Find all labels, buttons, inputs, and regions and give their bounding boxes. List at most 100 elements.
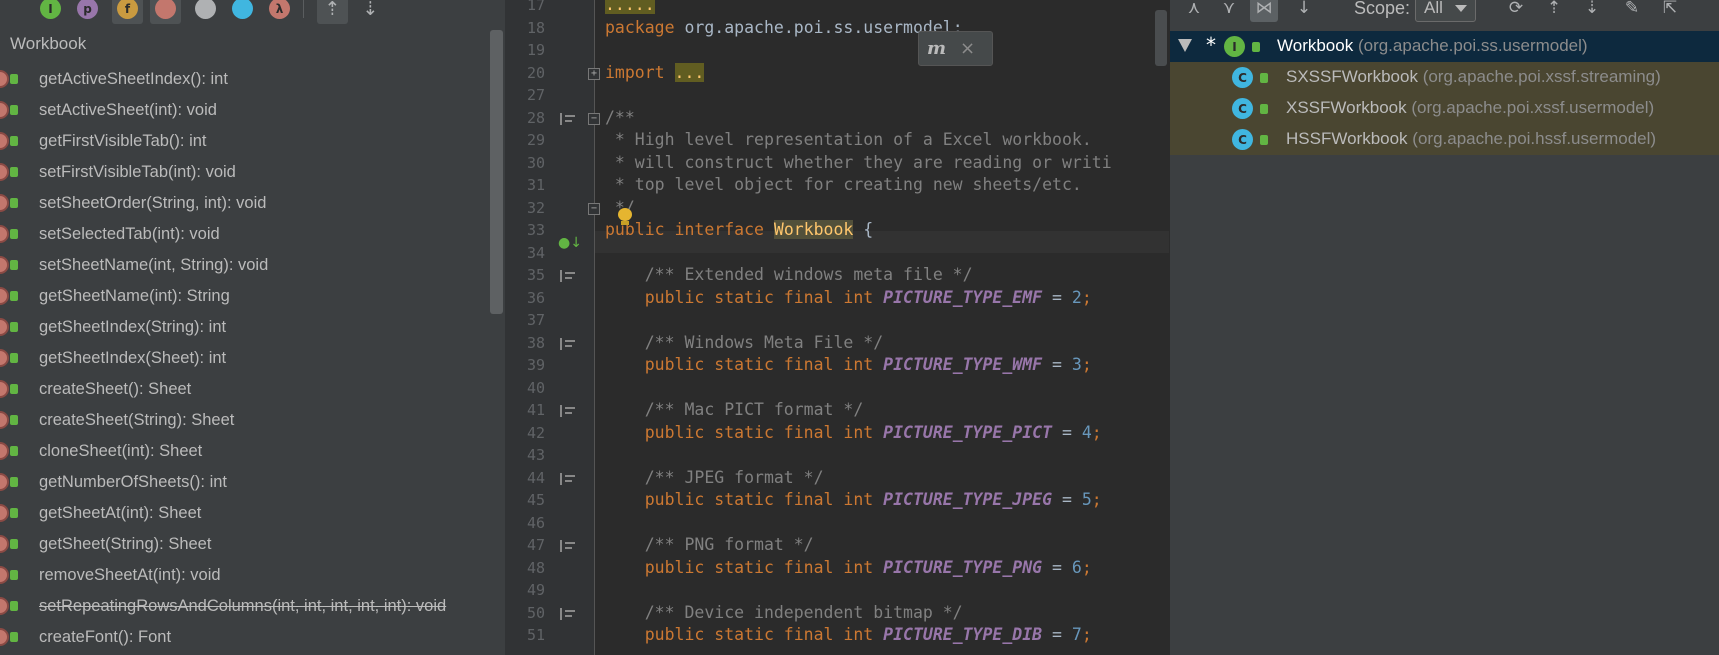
scope-dropdown[interactable]: All (1415, 0, 1476, 22)
fold-toggle-icon[interactable]: − (588, 112, 600, 125)
code-line[interactable]: public interface Workbook { (605, 219, 873, 241)
method-item[interactable]: setActiveSheet(int): void (0, 95, 490, 126)
method-item[interactable]: getFirstVisibleTab(): int (0, 126, 490, 157)
render-doc-icon[interactable] (560, 472, 575, 485)
interface-filter-icon[interactable]: I (35, 0, 66, 24)
code-line[interactable]: package org.apache.poi.ss.usermodel; (605, 17, 963, 39)
line-number: 43 (526, 446, 545, 464)
method-icon (0, 256, 9, 274)
code-line[interactable]: /** (605, 107, 635, 129)
method-label: createSheet(): Sheet (39, 380, 192, 398)
render-doc-icon[interactable] (560, 112, 575, 125)
collapse-arrow-icon[interactable] (1178, 39, 1192, 52)
method-item[interactable]: setSheetName(int, String): void (0, 250, 490, 281)
code-line[interactable]: public static final int PICTURE_TYPE_JPE… (605, 489, 1102, 511)
sort-up-icon[interactable]: ⇡ (317, 0, 348, 24)
method-item[interactable]: getActiveSheetIndex(): int (0, 64, 490, 95)
method-item[interactable]: removeSheetAt(int): void (0, 560, 490, 591)
editor-scrollbar[interactable] (1155, 10, 1167, 66)
sort-alphabetically-icon[interactable]: ↓ (1290, 0, 1318, 22)
code-line[interactable]: public static final int PICTURE_TYPE_PIC… (605, 422, 1102, 444)
export-icon[interactable]: ⇡ (1540, 0, 1568, 22)
field-filter-icon[interactable]: f (112, 0, 143, 24)
inherited-filter-icon[interactable] (190, 0, 221, 24)
render-doc-icon[interactable] (560, 337, 575, 350)
code-line[interactable]: ..... (605, 0, 655, 16)
code-line[interactable]: /** Extended windows meta file */ (605, 264, 973, 286)
scope-label: Scope: (1354, 0, 1411, 18)
type-hierarchy-icon[interactable]: ⋈ (1250, 0, 1278, 22)
public-lock-icon (10, 291, 18, 301)
line-number: 29 (526, 131, 545, 149)
code-token: public static final int (605, 625, 884, 644)
method-item[interactable]: getNumberOfSheets(): int (0, 467, 490, 498)
line-number: 39 (526, 356, 545, 374)
code-line[interactable]: public static final int PICTURE_TYPE_EMF… (605, 287, 1092, 309)
package-name: (org.apache.poi.xssf.streaming) (1417, 67, 1661, 86)
root-marker: * (1206, 33, 1216, 57)
close-icon[interactable]: × (960, 38, 975, 59)
hierarchy-node[interactable]: C HSSFWorkbook (org.apache.poi.hssf.userm… (1170, 124, 1719, 155)
fold-toggle-icon[interactable]: + (588, 67, 600, 80)
method-label: setActiveSheet(int): void (39, 101, 217, 119)
line-number: 18 (526, 18, 545, 37)
subtypes-hierarchy-icon[interactable]: ⋎ (1215, 0, 1243, 22)
method-label: getSheetName(int): String (39, 287, 230, 305)
implemented-by-icon[interactable]: ●↓ (558, 235, 582, 251)
code-line[interactable]: * will construct whether they are readin… (605, 152, 1112, 174)
method-item[interactable]: getSheet(String): Sheet (0, 529, 490, 560)
code-line[interactable]: * top level object for creating new shee… (605, 174, 1082, 196)
code-line[interactable]: import ... (605, 62, 705, 84)
fold-toggle-icon[interactable]: − (588, 202, 600, 215)
code-line[interactable]: /** Windows Meta File */ (605, 332, 883, 354)
hierarchy-node[interactable]: C SXSSFWorkbook (org.apache.poi.xssf.stre… (1170, 62, 1719, 93)
code-token: ; (1081, 557, 1092, 577)
maven-reload-icon[interactable]: m (927, 38, 946, 59)
method-item[interactable]: setSheetOrder(String, int): void (0, 188, 490, 219)
method-item[interactable]: getSheetName(int): String (0, 281, 490, 312)
anonymous-filter-icon[interactable] (227, 0, 258, 24)
lambda-filter-icon[interactable]: λ (264, 0, 295, 24)
code-line[interactable]: /** Mac PICT format */ (605, 399, 864, 421)
non-public-filter-icon[interactable] (150, 0, 181, 24)
open-in-window-icon[interactable]: ⇱ (1656, 0, 1684, 22)
render-doc-icon[interactable] (560, 270, 575, 282)
method-label: getActiveSheetIndex(): int (39, 70, 228, 88)
render-doc-icon[interactable] (560, 540, 575, 552)
code-line[interactable]: * High level representation of a Excel w… (605, 129, 1092, 151)
public-lock-icon (10, 353, 18, 363)
method-item[interactable]: cloneSheet(int): Sheet (0, 436, 490, 467)
code-editor[interactable]: 17 18 19 20 +27 28−29 30 31 32−33 34 35 36 37 38 39 40 4… (505, 0, 1169, 655)
code-line[interactable]: public static final int PICTURE_TYPE_WMF… (605, 354, 1092, 376)
render-doc-icon[interactable] (560, 607, 575, 620)
method-item[interactable]: createFont(): Font (0, 622, 490, 653)
lightbulb-icon[interactable] (617, 208, 633, 226)
method-item[interactable]: setSelectedTab(int): void (0, 219, 490, 250)
code-line[interactable]: public static final int PICTURE_TYPE_DIB… (605, 624, 1092, 646)
property-filter-icon[interactable]: p (72, 0, 103, 24)
hierarchy-root-node[interactable]: * I Workbook (org.apache.poi.ss.usermode… (1170, 31, 1719, 62)
supertypes-hierarchy-icon[interactable]: ⋏ (1180, 0, 1208, 22)
method-item[interactable]: getSheetIndex(Sheet): int (0, 343, 490, 374)
method-item[interactable]: getSheetIndex(String): int (0, 312, 490, 343)
code-line[interactable]: public static final int PICTURE_TYPE_PNG… (605, 557, 1092, 579)
sort-down-icon[interactable]: ⇣ (355, 0, 386, 24)
method-icon (0, 535, 9, 553)
method-item[interactable]: setFirstVisibleTab(int): void (0, 157, 490, 188)
refresh-icon[interactable]: ⟳ (1502, 0, 1530, 22)
method-item[interactable]: getSheetAt(int): Sheet (0, 498, 490, 529)
code-line[interactable]: /** Device independent bitmap */ (605, 602, 963, 624)
method-item[interactable]: createSheet(String): Sheet (0, 405, 490, 436)
hierarchy-node[interactable]: C XSSFWorkbook (org.apache.poi.xssf.userm… (1170, 93, 1719, 124)
public-lock-icon (10, 539, 18, 549)
code-line[interactable]: /** PNG format */ (605, 534, 814, 556)
render-doc-icon[interactable] (560, 405, 575, 417)
method-item[interactable]: setRepeatingRowsAndColumns(int, int, int… (0, 591, 490, 622)
expand-all-icon[interactable]: ⇣ (1578, 0, 1606, 22)
code-token: PICTURE_TYPE_DIB (883, 625, 1043, 644)
structure-scrollbar[interactable] (490, 30, 503, 314)
method-item[interactable]: createSheet(): Sheet (0, 374, 490, 405)
code-line[interactable]: /** JPEG format */ (605, 467, 824, 489)
pin-icon[interactable]: ✎ (1618, 0, 1646, 22)
hierarchy-root-label: Workbook (org.apache.poi.ss.usermodel) (1277, 36, 1588, 56)
